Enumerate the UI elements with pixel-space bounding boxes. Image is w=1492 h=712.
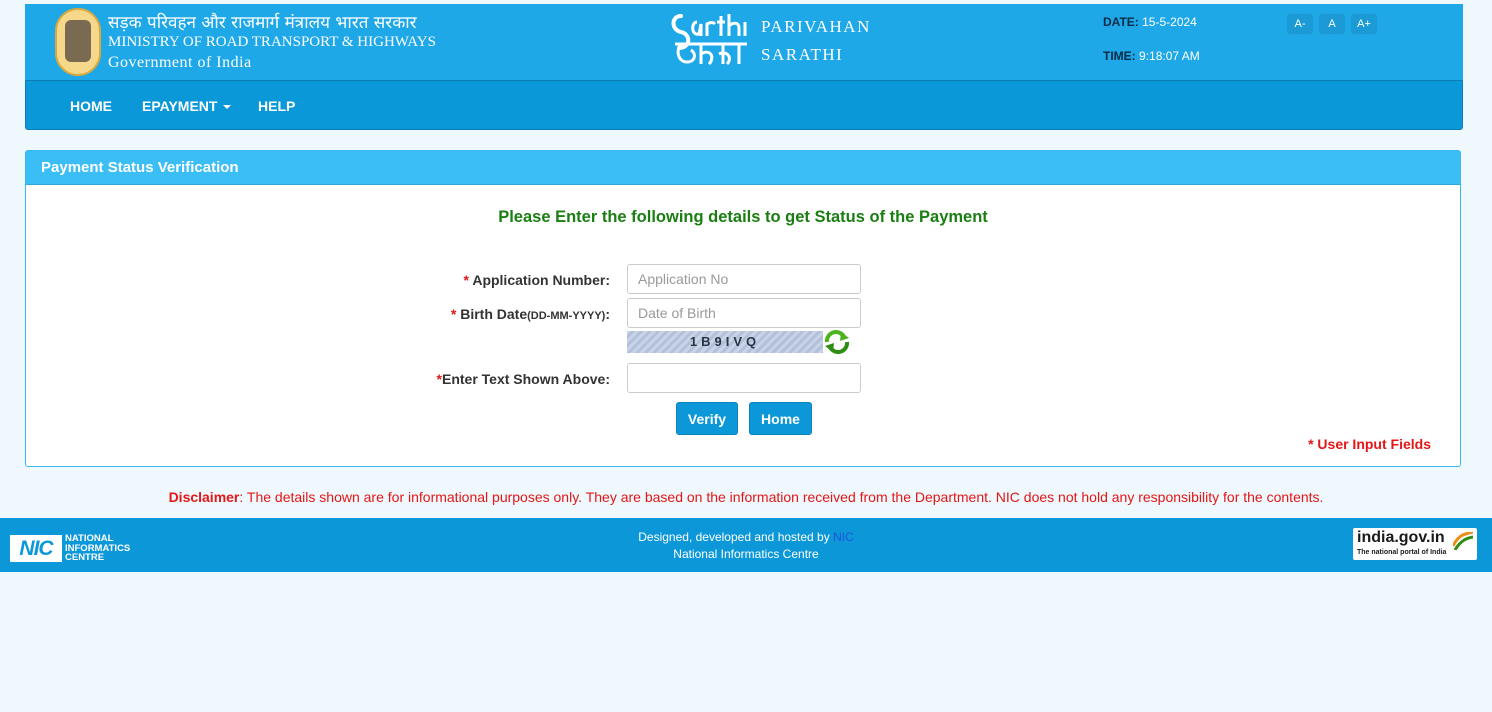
brand-sarathi: SARATHI: [761, 45, 844, 64]
disclaimer-label: Disclaimer: [168, 489, 240, 505]
font-decrease-button[interactable]: A-: [1287, 14, 1313, 34]
india-gov-text: india.gov.in: [1357, 529, 1445, 546]
required-mark: *: [463, 272, 469, 288]
panel-title: Payment Status Verification: [26, 151, 1460, 185]
birth-date-label: * Birth Date(DD-MM-YYYY):: [451, 306, 610, 322]
time-display: TIME: 9:18:07 AM: [1103, 49, 1200, 63]
instruction-text: Please Enter the following details to ge…: [498, 208, 988, 226]
main-navbar: HOME EPAYMENT HELP: [25, 80, 1463, 130]
date-value: 15-5-2024: [1142, 15, 1197, 29]
date-display: DATE: 15-5-2024: [1103, 15, 1197, 29]
nav-home[interactable]: HOME: [70, 98, 112, 114]
nav-help[interactable]: HELP: [258, 98, 295, 114]
disclaimer-text: : The details shown are for informationa…: [239, 489, 1324, 505]
captcha-input[interactable]: [627, 363, 861, 393]
site-footer: NIC NATIONAL INFORMATICS CENTRE Designed…: [0, 518, 1492, 572]
date-label: DATE:: [1103, 15, 1139, 29]
application-number-input[interactable]: [627, 264, 861, 294]
nic-link[interactable]: NIC: [833, 530, 854, 544]
org-name: National Informatics Centre: [673, 547, 819, 561]
birth-date-input[interactable]: [627, 298, 861, 328]
india-gov-logo[interactable]: india.gov.in The national portal of Indi…: [1353, 528, 1477, 560]
captcha-label-text: Enter Text Shown Above:: [441, 371, 610, 387]
captcha-image: 1B9IVQ: [627, 331, 823, 353]
application-number-label-text: Application Number:: [472, 272, 610, 288]
font-increase-button[interactable]: A+: [1351, 14, 1377, 34]
nav-epayment-label: EPAYMENT: [142, 98, 218, 114]
font-normal-button[interactable]: A: [1319, 14, 1345, 34]
required-mark: *: [450, 306, 457, 322]
payment-status-panel: Payment Status Verification Please Enter…: [25, 150, 1461, 467]
verify-button[interactable]: Verify: [676, 402, 738, 435]
footer-credits: Designed, developed and hosted by NIC Na…: [0, 529, 1492, 563]
disclaimer: Disclaimer: The details shown are for in…: [0, 489, 1492, 505]
birth-date-format: (DD-MM-YYYY): [527, 310, 606, 322]
birth-date-label-text: Birth Date: [460, 306, 528, 322]
captcha-label: *Enter Text Shown Above:: [437, 371, 610, 387]
government-title: Government of India: [108, 54, 252, 71]
site-header: सड़क परिवहन और राजमार्ग मंत्रालय भारत सर…: [25, 4, 1463, 80]
india-flag-icon: [1453, 532, 1473, 550]
national-emblem-icon: [55, 8, 101, 76]
birth-date-colon: :: [605, 306, 610, 322]
nav-epayment-dropdown[interactable]: EPAYMENT: [142, 98, 232, 114]
font-size-controls: A- A A+: [1287, 14, 1377, 34]
ministry-title: MINISTRY OF ROAD TRANSPORT & HIGHWAYS: [108, 34, 436, 50]
caret-down-icon: [223, 105, 232, 110]
refresh-captcha-icon[interactable]: [823, 330, 851, 354]
sarathi-logo-icon: [671, 14, 747, 66]
time-label: TIME:: [1103, 49, 1136, 63]
time-value: 9:18:07 AM: [1139, 49, 1200, 63]
brand-parivahan: PARIVAHAN: [761, 17, 871, 36]
application-number-label: * Application Number:: [464, 272, 611, 288]
hindi-ministry-title: सड़क परिवहन और राजमार्ग मंत्रालय भारत सर…: [108, 13, 417, 33]
designed-by-text: Designed, developed and hosted by: [638, 530, 830, 544]
home-button[interactable]: Home: [749, 402, 812, 435]
india-gov-tagline: The national portal of India: [1357, 549, 1447, 556]
user-input-note: * User Input Fields: [1308, 436, 1431, 452]
